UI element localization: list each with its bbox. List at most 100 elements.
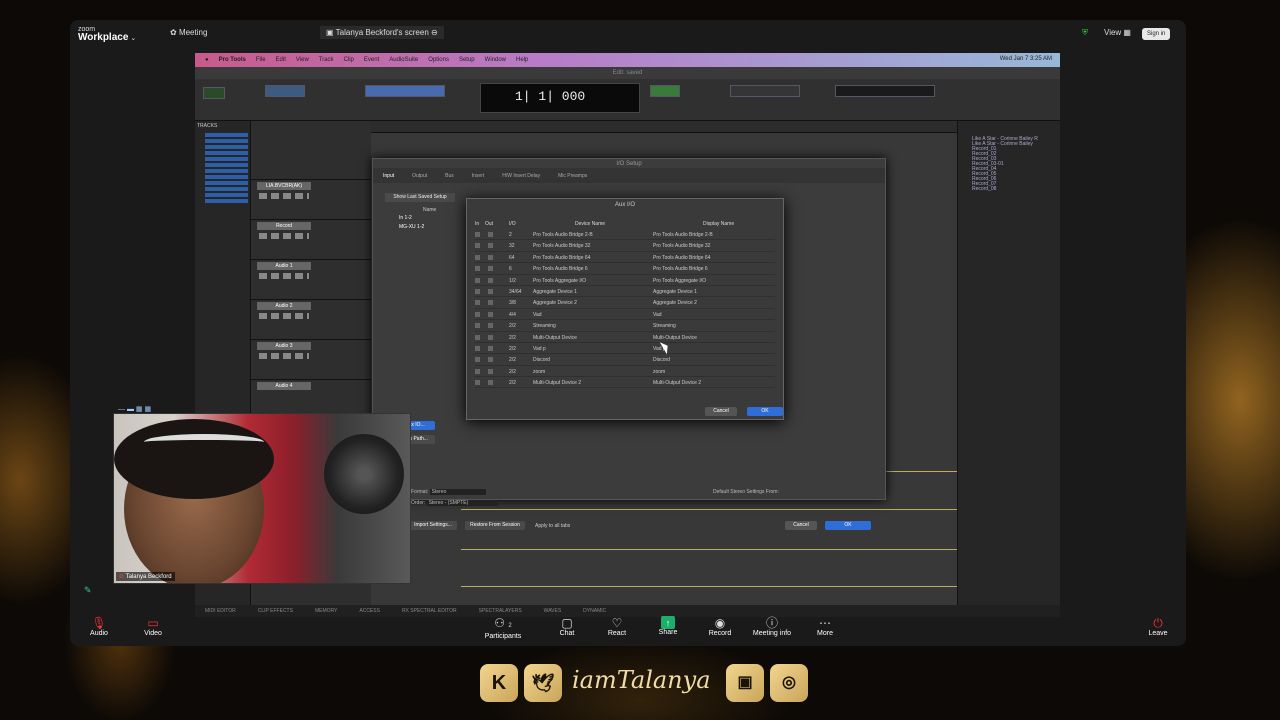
more-button[interactable]: ⋯ More [800, 616, 850, 637]
apply-all-tabs-checkbox[interactable]: Apply to all tabs [535, 523, 570, 529]
order-select[interactable]: Stereo - (SMPTE) [426, 500, 499, 506]
out-checkbox[interactable] [488, 357, 493, 363]
tab-hw-insert-delay[interactable]: H/W Insert Delay [502, 173, 540, 179]
display-name[interactable]: Vad [653, 312, 662, 318]
out-checkbox[interactable] [488, 323, 493, 329]
aux-io-row[interactable]: 32 Pro Tools Audio Bridge 32 Pro Tools Aud… [475, 240, 775, 252]
menu-file[interactable]: File [256, 57, 266, 63]
out-checkbox[interactable] [488, 334, 493, 340]
input-path[interactable]: MG-XU 1-2 [399, 224, 424, 230]
import-settings-button[interactable]: Import Settings... [409, 521, 457, 530]
menu-event[interactable]: Event [364, 57, 379, 63]
track-item[interactable] [205, 193, 248, 197]
tab-bus[interactable]: Bus [445, 173, 454, 179]
zoom-tools[interactable] [265, 85, 305, 97]
grid-button[interactable] [650, 85, 680, 97]
in-checkbox[interactable] [475, 323, 480, 329]
track-item[interactable] [205, 181, 248, 185]
format-select[interactable]: Stereo [429, 489, 487, 495]
menu-setup[interactable]: Setup [459, 57, 475, 63]
security-shield-icon[interactable]: ⛨ [1082, 28, 1088, 38]
track-item[interactable] [205, 169, 248, 173]
out-checkbox[interactable] [488, 232, 493, 237]
display-name[interactable]: Multi-Output Device [653, 335, 697, 341]
restore-from-session-button[interactable]: Restore From Session [465, 521, 525, 530]
share-button[interactable]: ↑ Share [643, 616, 693, 636]
in-checkbox[interactable] [475, 243, 480, 249]
edit-pencil-icon[interactable]: ✎ [84, 585, 92, 596]
display-name[interactable]: Pro Tools Audio Bridge 64 [653, 255, 710, 261]
in-checkbox[interactable] [475, 334, 480, 340]
out-checkbox[interactable] [488, 380, 493, 386]
track-name[interactable]: Audio 4 [257, 382, 311, 390]
menu-audiosuite[interactable]: AudioSuite [389, 57, 418, 63]
main-counter[interactable]: 1| 1| 000 [480, 83, 640, 113]
menu-view[interactable]: View [296, 57, 309, 63]
track-name[interactable]: Record [257, 222, 311, 230]
out-checkbox[interactable] [488, 300, 493, 306]
display-name[interactable]: Multi-Output Device 2 [653, 380, 701, 386]
aux-ok-button[interactable]: OK [747, 407, 783, 416]
io-ok-button[interactable]: OK [825, 521, 871, 530]
menu-help[interactable]: Help [516, 57, 528, 63]
view-button[interactable]: View ▦ [1104, 28, 1131, 37]
menu-edit[interactable]: Edit [276, 57, 286, 63]
menu-app[interactable]: Pro Tools [219, 57, 246, 63]
mode-button[interactable] [203, 87, 225, 99]
track-header[interactable]: Audio 3 [251, 339, 371, 377]
participants-button[interactable]: ⚇ 2 Participants [478, 616, 528, 640]
camera-controls[interactable]: — ▬ ▦ ▦ [118, 405, 178, 413]
display-name[interactable]: Streaming [653, 323, 676, 329]
track-buttons[interactable] [259, 313, 309, 319]
screen-share-label[interactable]: ▣ Talanya Beckford's screen ⊖ [320, 26, 444, 39]
display-name[interactable]: Discord [653, 357, 670, 363]
out-checkbox[interactable] [488, 277, 493, 283]
track-name[interactable]: Audio 1 [257, 262, 311, 270]
in-checkbox[interactable] [475, 277, 480, 283]
menu-options[interactable]: Options [428, 57, 449, 63]
track-name[interactable]: Audio 2 [257, 302, 311, 310]
sign-in-button[interactable]: Sign in [1142, 28, 1171, 40]
aux-io-row[interactable]: 2 Pro Tools Audio Bridge 2-B Pro Tools Aud… [475, 229, 775, 241]
display-name[interactable]: zoom [653, 369, 665, 375]
aux-io-row[interactable]: 34/64 Aggregate Device 1 Aggregate Device … [475, 286, 775, 298]
out-checkbox[interactable] [488, 311, 493, 317]
aux-io-row[interactable]: 2/2 zoom zoom [475, 366, 775, 378]
track-buttons[interactable] [259, 353, 309, 359]
edit-tools[interactable] [365, 85, 445, 97]
out-checkbox[interactable] [488, 243, 493, 249]
aux-io-row[interactable]: 6 Pro Tools Audio Bridge 6 Pro Tools Audio… [475, 263, 775, 275]
out-checkbox[interactable] [488, 368, 493, 374]
in-checkbox[interactable] [475, 232, 480, 237]
display-name[interactable]: Aggregate Device 1 [653, 289, 697, 295]
display-name[interactable]: Aggregate Device 2 [653, 300, 697, 306]
track-item[interactable] [205, 163, 248, 167]
in-checkbox[interactable] [475, 288, 480, 294]
record-button[interactable]: ◉ Record [695, 616, 745, 637]
track-item[interactable] [205, 145, 248, 149]
display-name[interactable]: Pro Tools Audio Bridge 32 [653, 243, 710, 249]
aux-io-row[interactable]: 2/2 Multi-Output Device Multi-Output Devic… [475, 332, 775, 343]
in-checkbox[interactable] [475, 311, 480, 317]
chevron-down-icon[interactable]: ⌄ [130, 35, 136, 42]
track-buttons[interactable] [259, 273, 309, 279]
in-checkbox[interactable] [475, 368, 480, 374]
participant-video[interactable]: ⊘ Talanya Beckford [113, 413, 411, 584]
aux-io-row[interactable]: 2/2 Vad p Vad p [475, 343, 775, 355]
track-item[interactable] [205, 139, 248, 143]
menu-clip[interactable]: Clip [344, 57, 354, 63]
tab-insert[interactable]: Insert [472, 173, 485, 179]
track-item[interactable] [205, 187, 248, 191]
in-checkbox[interactable] [475, 357, 480, 363]
chat-button[interactable]: ▢ Chat [542, 616, 592, 637]
audio-button[interactable]: 🎙︎ Audio [74, 616, 124, 637]
track-item[interactable] [205, 175, 248, 179]
track-buttons[interactable] [259, 233, 309, 239]
aux-io-row[interactable]: 2/2 Streaming Streaming [475, 320, 775, 332]
meeting-menu[interactable]: ✿ Meeting [170, 28, 207, 37]
tab-mic-preamps[interactable]: Mic Preamps [558, 173, 587, 179]
meeting-info-button[interactable]: ⓘ Meeting info [747, 616, 797, 637]
out-checkbox[interactable] [488, 288, 493, 294]
in-checkbox[interactable] [475, 345, 480, 351]
in-checkbox[interactable] [475, 266, 480, 272]
